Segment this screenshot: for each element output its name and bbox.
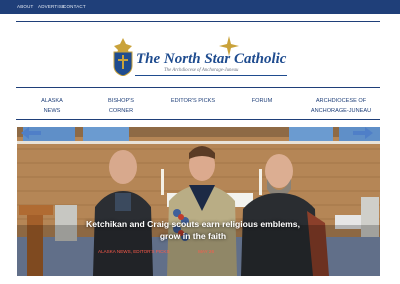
nav-item-archdiocese[interactable]: ARCHDIOCESE OF ANCHORAGE-JUNEAU (308, 96, 374, 116)
featured-meta: ALASKA NEWS, EDITOR'S PICKS MAY 26 (98, 249, 214, 254)
nav-item-forum[interactable]: FORUM (250, 96, 274, 106)
featured-headline[interactable]: Ketchikan and Craig scouts earn religiou… (78, 218, 308, 242)
header-top-rule (16, 21, 380, 22)
nav-item-editors-picks[interactable]: EDITOR'S PICKS (170, 96, 216, 106)
nav-item-bishops-corner[interactable]: BISHOP'S CORNER (96, 96, 146, 116)
featured-date: MAY 26 (198, 249, 214, 254)
logo-title: The North Star Catholic (136, 51, 287, 67)
featured-categories[interactable]: ALASKA NEWS, EDITOR'S PICKS (98, 249, 170, 254)
main-nav: ALASKA NEWS BISHOP'S CORNER EDITOR'S PIC… (16, 90, 380, 118)
top-utility-bar: ABOUT ADVERTISE CONTACT (0, 0, 400, 14)
site-logo[interactable]: The North Star Catholic The Archdiocese … (108, 36, 292, 80)
logo-underline (135, 75, 287, 76)
nav-top-rule (16, 87, 380, 88)
arrow-left-icon[interactable] (21, 127, 41, 139)
advertise-link[interactable]: ADVERTISE (38, 4, 65, 9)
logo-subtitle: The Archdiocese of Anchorage-Juneau (164, 68, 239, 73)
crest-icon (113, 38, 133, 76)
nav-item-alaska-news[interactable]: ALASKA NEWS (34, 96, 70, 116)
contact-link[interactable]: CONTACT (63, 4, 86, 9)
about-link[interactable]: ABOUT (17, 4, 34, 9)
arrow-right-icon[interactable] (353, 127, 373, 139)
nav-bottom-rule (16, 119, 380, 120)
